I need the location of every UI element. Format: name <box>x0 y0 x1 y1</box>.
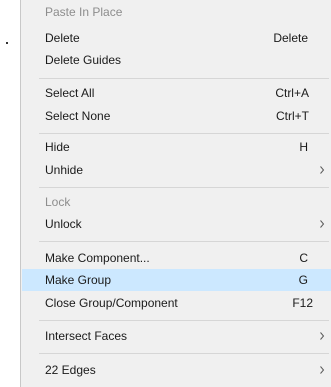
menu-item-label: Hide <box>45 140 70 154</box>
context-menu: Paste In Place Delete Delete Delete Guid… <box>20 0 331 387</box>
menu-item-select-all[interactable]: Select All Ctrl+A <box>22 82 331 104</box>
menu-item-22-edges[interactable]: 22 Edges <box>22 359 331 381</box>
menu-item-label: Close Group/Component <box>45 296 178 310</box>
menu-item-label: Delete Guides <box>45 53 122 67</box>
menu-item-intersect-faces[interactable]: Intersect Faces <box>22 325 331 347</box>
menu-item-shortcut: Ctrl+T <box>276 109 309 123</box>
menu-separator <box>39 78 329 79</box>
menu-separator <box>39 187 329 188</box>
menu-item-label: Make Component... <box>45 251 150 265</box>
menu-item-shortcut: Delete <box>273 31 308 45</box>
stray-dot <box>6 42 8 44</box>
menu-separator <box>39 241 329 242</box>
menu-item-unhide[interactable]: Unhide <box>22 159 331 181</box>
menu-separator <box>39 353 329 354</box>
menu-item-close-group-component[interactable]: Close Group/Component F12 <box>22 292 331 314</box>
menu-item-delete-guides[interactable]: Delete Guides <box>22 49 331 71</box>
menu-item-shortcut: C <box>299 251 308 265</box>
menu-item-paste-in-place[interactable]: Paste In Place <box>22 1 331 23</box>
menu-item-shortcut: H <box>299 140 308 154</box>
menu-item-make-component[interactable]: Make Component... C <box>22 247 331 269</box>
menu-item-lock[interactable]: Lock <box>22 191 331 213</box>
menu-item-label: 22 Edges <box>45 363 96 377</box>
menu-item-label: Unhide <box>45 163 84 177</box>
chevron-right-icon <box>320 166 325 174</box>
menu-item-label: Lock <box>45 195 71 209</box>
menu-item-label: Intersect Faces <box>45 329 128 343</box>
menu-separator <box>39 133 329 134</box>
menu-item-label: Paste In Place <box>45 5 123 19</box>
menu-item-label: Select All <box>45 86 95 100</box>
menu-item-select-none[interactable]: Select None Ctrl+T <box>22 105 331 127</box>
menu-item-label: Make Group <box>45 273 112 287</box>
menu-item-shortcut: Ctrl+A <box>275 86 309 100</box>
menu-item-make-group[interactable]: Make Group G <box>22 269 331 291</box>
menu-item-label: Unlock <box>45 217 82 231</box>
chevron-right-icon <box>320 366 325 374</box>
menu-item-label: Select None <box>45 109 111 123</box>
menu-item-unlock[interactable]: Unlock <box>22 213 331 235</box>
menu-item-shortcut: F12 <box>292 296 313 310</box>
chevron-right-icon <box>320 332 325 340</box>
menu-item-delete[interactable]: Delete Delete <box>22 27 331 49</box>
menu-separator <box>39 320 329 321</box>
chevron-right-icon <box>320 220 325 228</box>
menu-item-label: Delete <box>45 31 80 45</box>
menu-item-shortcut: G <box>298 273 308 287</box>
menu-item-hide[interactable]: Hide H <box>22 136 331 158</box>
